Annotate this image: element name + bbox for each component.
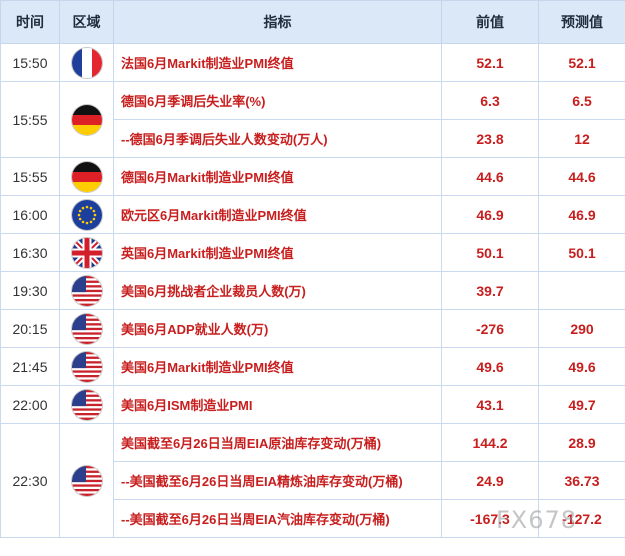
table-row: 22:30 美国截至6月26日当周EIA原油库存变动(万桶) 144.2 28.… (0, 423, 625, 538)
time-cell: 22:30 (0, 423, 60, 538)
previous-cell: 43.1 (441, 385, 539, 424)
header-row: 时间 区域 指标 前值 预测值 (0, 0, 625, 44)
table-row: 16:30 英国6月Markit制造业PMI终值 50.1 50.1 (0, 233, 625, 272)
forecast-cell: 36.73 (538, 461, 625, 500)
indicator-cell: --美国截至6月26日当周EIA精炼油库存变动(万桶) (113, 461, 442, 500)
watermark: FX678 (496, 506, 578, 534)
us-flag-icon (71, 465, 102, 496)
time-cell: 20:15 (0, 309, 60, 348)
forecast-cell: 290 (538, 309, 625, 348)
time-cell: 19:30 (0, 271, 60, 310)
france-flag-icon (71, 47, 102, 78)
forecast-cell: 52.1 (538, 43, 625, 82)
us-flag-icon (71, 313, 102, 344)
table-row: 16:00 欧元区6月Markit制造业PMI终值 46.9 46.9 (0, 195, 625, 234)
indicator-cell: 美国截至6月26日当周EIA原油库存变动(万桶) (113, 423, 442, 462)
table-row: 22:00 美国6月ISM制造业PMI 43.1 49.7 (0, 385, 625, 424)
indicator-cell: 美国6月ISM制造业PMI (113, 385, 442, 424)
table-row: 15:55 德国6月季调后失业率(%) 6.3 6.5 (0, 81, 625, 158)
table-row: 15:55 德国6月Markit制造业PMI终值 44.6 44.6 (0, 157, 625, 196)
region-cell (59, 423, 114, 538)
eu-flag-icon (71, 199, 102, 230)
region-cell (59, 233, 114, 272)
germany-flag-icon (71, 161, 102, 192)
time-cell: 16:00 (0, 195, 60, 234)
time-cell: 22:00 (0, 385, 60, 424)
header-indicator: 指标 (113, 0, 442, 44)
time-cell: 21:45 (0, 347, 60, 386)
forecast-cell: 6.5 (538, 81, 625, 120)
table-row: 20:15 美国6月ADP就业人数(万) -276 290 (0, 309, 625, 348)
previous-cell: 50.1 (441, 233, 539, 272)
previous-cell: 6.3 (441, 81, 539, 120)
previous-cell: 39.7 (441, 271, 539, 310)
region-cell (59, 43, 114, 82)
region-cell (59, 157, 114, 196)
indicator-cell: 欧元区6月Markit制造业PMI终值 (113, 195, 442, 234)
region-cell (59, 385, 114, 424)
region-cell (59, 81, 114, 158)
indicator-cell: --德国6月季调后失业人数变动(万人) (113, 119, 442, 158)
previous-cell: 52.1 (441, 43, 539, 82)
time-cell: 15:50 (0, 43, 60, 82)
indicator-cell: --美国截至6月26日当周EIA汽油库存变动(万桶) (113, 499, 442, 538)
time-cell: 15:55 (0, 157, 60, 196)
region-cell (59, 309, 114, 348)
previous-cell: 24.9 (441, 461, 539, 500)
region-cell (59, 347, 114, 386)
us-flag-icon (71, 275, 102, 306)
forecast-cell (538, 271, 625, 310)
indicator-cell: 美国6月挑战者企业裁员人数(万) (113, 271, 442, 310)
time-cell: 15:55 (0, 81, 60, 158)
previous-cell: 49.6 (441, 347, 539, 386)
table-row: 15:50 法国6月Markit制造业PMI终值 52.1 52.1 (0, 43, 625, 82)
previous-cell: 23.8 (441, 119, 539, 158)
table-row: 19:30 美国6月挑战者企业裁员人数(万) 39.7 (0, 271, 625, 310)
region-cell (59, 195, 114, 234)
indicator-cell: 英国6月Markit制造业PMI终值 (113, 233, 442, 272)
indicator-cell: 德国6月Markit制造业PMI终值 (113, 157, 442, 196)
economic-calendar-table: 时间 区域 指标 前值 预测值 15:50 法国6月Markit制造业PMI终值… (0, 0, 625, 538)
previous-cell: 144.2 (441, 423, 539, 462)
header-previous: 前值 (441, 0, 539, 44)
header-time: 时间 (0, 0, 60, 44)
forecast-cell: 12 (538, 119, 625, 158)
indicator-cell: 美国6月Markit制造业PMI终值 (113, 347, 442, 386)
indicator-cell: 德国6月季调后失业率(%) (113, 81, 442, 120)
us-flag-icon (71, 351, 102, 382)
previous-cell: -276 (441, 309, 539, 348)
table-row: 21:45 美国6月Markit制造业PMI终值 49.6 49.6 (0, 347, 625, 386)
forecast-cell: 50.1 (538, 233, 625, 272)
region-cell (59, 271, 114, 310)
forecast-cell: 49.7 (538, 385, 625, 424)
indicator-cell: 美国6月ADP就业人数(万) (113, 309, 442, 348)
uk-flag-icon (71, 237, 102, 268)
germany-flag-icon (71, 104, 102, 135)
time-cell: 16:30 (0, 233, 60, 272)
forecast-cell: 28.9 (538, 423, 625, 462)
previous-cell: 44.6 (441, 157, 539, 196)
forecast-cell: 44.6 (538, 157, 625, 196)
forecast-cell: 49.6 (538, 347, 625, 386)
header-region: 区域 (59, 0, 114, 44)
indicator-cell: 法国6月Markit制造业PMI终值 (113, 43, 442, 82)
header-forecast: 预测值 (538, 0, 625, 44)
us-flag-icon (71, 389, 102, 420)
previous-cell: 46.9 (441, 195, 539, 234)
forecast-cell: 46.9 (538, 195, 625, 234)
